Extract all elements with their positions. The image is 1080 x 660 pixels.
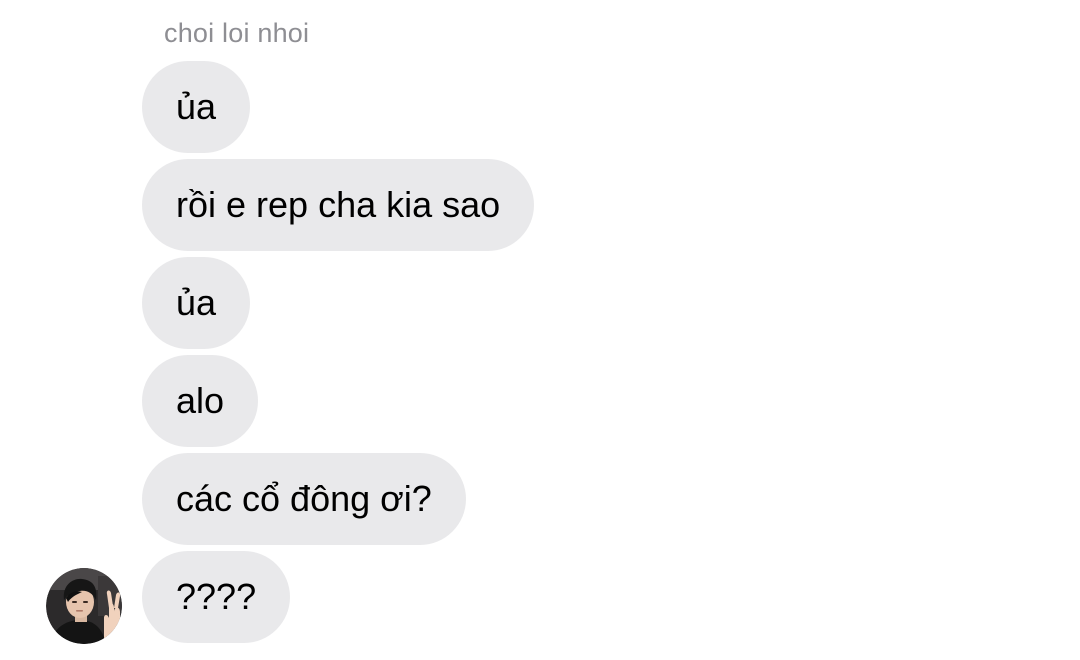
message-bubble[interactable]: alo [142,355,259,447]
message-bubble[interactable]: ủa [142,61,251,153]
message-bubble[interactable]: ???? [142,551,291,643]
message-bubble[interactable]: rồi e rep cha kia sao [142,159,535,251]
sender-avatar[interactable] [46,568,122,644]
sender-name: choi loi nhoi [164,18,310,48]
message-thread: ủa rồi e rep cha kia sao ủa alo các cổ đ… [142,61,535,643]
profile-photo-icon [46,568,122,644]
message-bubble[interactable]: ủa [142,257,251,349]
message-bubble[interactable]: các cổ đông ơi? [142,453,466,545]
